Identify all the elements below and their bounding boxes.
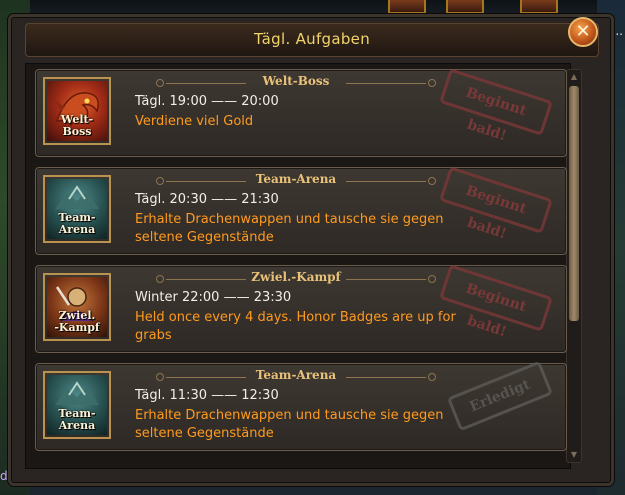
close-icon: ✕ [575,21,591,42]
close-button[interactable]: ✕ [568,17,598,47]
task-time: Tägl. 20:30 —— 21:30 [135,192,279,207]
task-icon-label: Zwiel. -Kampf [54,309,100,334]
task-title-ornament: Team-Arena [146,368,446,384]
scroll-down-icon[interactable]: ▼ [568,450,580,460]
task-title: Welt-Boss [262,74,330,88]
task-card-world-boss[interactable]: Welt-Boss Welt-Boss Tägl. 19:00 —— 20:00… [35,68,567,157]
dragon-icon: Welt-Boss [47,81,107,141]
task-title-ornament: Welt-Boss [146,74,446,90]
task-description: Verdiene viel Gold [135,114,254,129]
scrollbar-thumb[interactable] [569,86,579,321]
arena-icon: Team- Arena [47,179,107,239]
scrollbar[interactable]: ▲ ▼ [566,69,582,463]
task-icon-frame: Team- Arena [43,175,111,243]
task-icon-label: Team- Arena [58,211,96,236]
task-card-team-arena[interactable]: Team- Arena Team-Arena Tägl. 20:30 —— 21… [35,166,567,255]
task-icon-label: Welt-Boss [60,113,94,138]
task-icon-frame: Team- Arena [43,371,111,439]
task-title: Team-Arena [255,368,337,382]
hud-icon[interactable] [446,0,484,14]
task-time: Winter 22:00 —— 23:30 [135,290,292,305]
status-stamp: Erledigt [446,360,554,432]
task-card-team-arena[interactable]: Team- Arena Team-Arena Tägl. 11:30 —— 12… [35,360,567,451]
arena-icon: Team- Arena [47,375,107,435]
scroll-up-icon[interactable]: ▲ [568,72,580,82]
task-title: Zwiel.-Kampf [251,270,341,284]
task-title-ornament: Zwiel.-Kampf [146,270,446,286]
hud-icon[interactable] [520,0,558,14]
duel-icon: Zwiel. -Kampf [47,277,107,337]
window-title: Tägl. Aufgaben [253,30,371,48]
task-icon-frame: Welt-Boss [43,77,111,145]
task-title-ornament: Team-Arena [146,172,446,188]
task-card-duel[interactable]: Zwiel. -Kampf Zwiel.-Kampf Winter 22:00 … [35,264,567,353]
task-description: Erhalte Drachenwappen und tausche sie ge… [135,408,444,441]
task-title: Team-Arena [255,172,337,186]
title-bar: Tägl. Aufgaben [25,23,599,57]
task-description: Erhalte Drachenwappen und tausche sie ge… [135,212,444,245]
task-time: Tägl. 19:00 —— 20:00 [135,94,279,109]
hud-icon[interactable] [388,0,426,14]
task-icon-label: Team- Arena [58,407,96,432]
task-icon-frame: Zwiel. -Kampf [43,273,111,341]
task-time: Tägl. 11:30 —— 12:30 [135,388,279,403]
task-description: Held once every 4 days. Honor Badges are… [135,310,456,343]
daily-tasks-window: Tägl. Aufgaben ✕ ▲ ▼ Welt-Boss Welt-Boss… [8,14,614,486]
